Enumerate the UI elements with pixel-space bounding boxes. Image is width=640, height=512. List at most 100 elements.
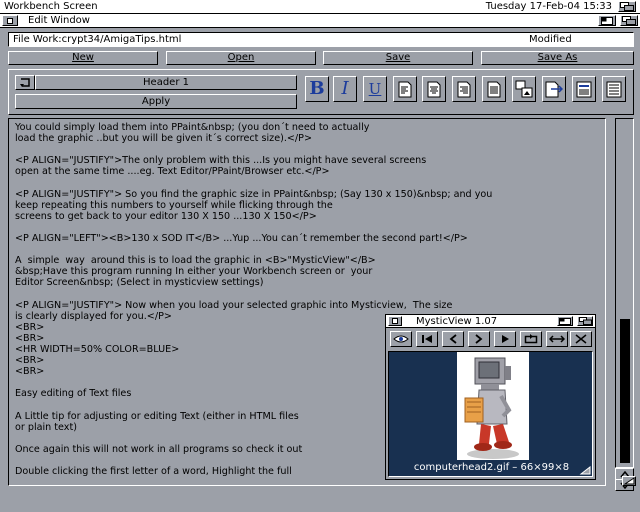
doc-justify-icon <box>487 81 501 97</box>
doc-left-icon <box>398 81 412 97</box>
underline-button[interactable]: U <box>363 76 387 102</box>
text-line: <BR> <box>15 321 45 333</box>
text-line: <P ALIGN="JUSTIFY"> So you find the grap… <box>15 188 493 200</box>
screen-title: Workbench Screen <box>4 1 98 12</box>
text-line: is clearly displayed for you.</P> <box>15 310 172 322</box>
text-line: <P ALIGN="JUSTIFY">The only problem with… <box>15 155 427 167</box>
mysticview-title-bar[interactable]: MysticView 1.07 <box>386 315 595 328</box>
vertical-scrollbar[interactable] <box>615 118 634 468</box>
table-icon <box>606 81 622 97</box>
insert-table-button[interactable] <box>602 76 626 102</box>
skip-first-icon <box>422 335 432 343</box>
align-right-button[interactable] <box>452 76 476 102</box>
text-line: Once again this will not work in all pro… <box>15 443 303 455</box>
header-level-select[interactable]: Header 1 <box>35 75 297 90</box>
align-justify-button[interactable] <box>482 76 506 102</box>
depth-icon <box>578 317 592 325</box>
cycle-gadget[interactable] <box>15 75 35 90</box>
arrow-right-icon <box>475 334 483 344</box>
next-image-button[interactable] <box>468 331 490 347</box>
resize-icon <box>623 477 635 485</box>
text-line: keep repeating this numbers to yourself … <box>15 199 333 211</box>
save-as-button[interactable]: Save As <box>481 51 634 65</box>
previous-image-button[interactable] <box>442 331 464 347</box>
text-line: <P ALIGN="LEFT"><B>130 x SOD IT</B> ...Y… <box>15 233 468 244</box>
close-gadget[interactable] <box>2 15 18 26</box>
screen-title-bar: Workbench Screen Tuesday 17-Feb-04 15:33 <box>0 0 640 14</box>
cross-icon <box>575 334 587 344</box>
text-line: Editor Screen&nbsp; (Select in mysticvie… <box>15 277 264 289</box>
arrow-left-icon <box>449 334 457 344</box>
underline-icon: U <box>368 79 382 98</box>
loop-button[interactable] <box>520 331 542 347</box>
text-line: You could simply load them into PPaint&n… <box>15 122 370 133</box>
text-line: <BR> <box>15 355 45 367</box>
link-icon <box>545 81 563 97</box>
doc-center-icon <box>427 81 441 97</box>
screen-depth-gadget[interactable] <box>618 1 636 12</box>
file-info-bar: File Work:crypt34/AmigaTips.html Modifie… <box>8 32 634 47</box>
eye-icon <box>393 335 409 343</box>
text-line: <BR> <box>15 366 45 378</box>
window-size-gadget[interactable] <box>622 476 636 486</box>
mysticview-zoom-gadget[interactable] <box>557 316 573 326</box>
text-line: screens to get back to your editor 130 X… <box>15 210 317 222</box>
zoom-icon <box>559 317 571 325</box>
mysticview-window: MysticView 1.07 computerhead2.gif – 66×9… <box>385 314 596 480</box>
bold-button[interactable]: B <box>305 76 329 102</box>
insert-image-button[interactable] <box>512 76 536 102</box>
fit-button[interactable] <box>546 331 568 347</box>
text-line: Easy editing of Text files <box>15 388 132 400</box>
mysticview-close-gadget[interactable] <box>388 316 402 326</box>
text-line: <HR WIDTH=50% COLOR=BLUE> <box>15 344 180 355</box>
mysticview-quit-button[interactable] <box>570 331 592 347</box>
close-icon <box>7 17 13 24</box>
first-image-button[interactable] <box>416 331 438 347</box>
apply-button[interactable]: Apply <box>15 94 297 109</box>
text-line: A Little tip for adjusting or editing Te… <box>15 410 299 422</box>
italic-icon: I <box>341 78 349 99</box>
zoom-gadget[interactable] <box>598 15 616 26</box>
mysticview-depth-gadget[interactable] <box>577 316 593 326</box>
resize-icon[interactable] <box>579 466 591 475</box>
text-line: load the graphic ..but you will be given… <box>15 133 312 145</box>
file-path: File Work:crypt34/AmigaTips.html <box>13 34 182 45</box>
mysticview-menu-button[interactable] <box>390 331 412 347</box>
text-line: <P ALIGN="JUSTIFY"> Now when you load yo… <box>15 299 453 311</box>
insert-link-button[interactable] <box>542 76 566 102</box>
modified-status: Modified <box>529 34 572 45</box>
scroll-knob[interactable] <box>620 319 630 463</box>
window-title-bar[interactable]: Edit Window <box>0 14 640 28</box>
open-button[interactable]: Open <box>166 51 316 65</box>
text-line: <BR> <box>15 332 45 344</box>
text-line: &bsp;Have this program running In either… <box>15 266 373 278</box>
mysticview-image-area[interactable]: computerhead2.gif – 66×99×8 <box>388 351 593 477</box>
new-button[interactable]: New <box>8 51 158 65</box>
close-icon <box>392 318 398 324</box>
computerhead-image <box>457 352 529 460</box>
text-line: open at the same time ....eg. Text Edito… <box>15 166 330 178</box>
depth-icon <box>622 16 636 25</box>
align-left-button[interactable] <box>393 76 417 102</box>
image-info-caption: computerhead2.gif – 66×99×8 <box>413 462 570 473</box>
text-line: A simple way around this is to load the … <box>15 255 376 267</box>
align-center-button[interactable] <box>422 76 446 102</box>
format-toolbar: Header 1 Apply B I U <box>8 69 634 115</box>
italic-button[interactable]: I <box>333 76 357 102</box>
mysticview-title: MysticView 1.07 <box>416 316 498 327</box>
save-button[interactable]: Save <box>323 51 473 65</box>
zoom-icon <box>601 16 613 25</box>
cycle-icon <box>20 78 30 87</box>
insert-list-button[interactable] <box>572 76 596 102</box>
text-line: Double clicking the first letter of a wo… <box>15 466 292 478</box>
window-title: Edit Window <box>28 15 90 26</box>
play-button[interactable] <box>494 331 516 347</box>
depth-gadget[interactable] <box>620 15 638 26</box>
depth-icon <box>620 2 634 11</box>
mysticview-toolbar <box>386 329 595 349</box>
play-icon <box>502 335 509 343</box>
text-line: or plain text) <box>15 421 77 433</box>
loop-icon <box>524 334 538 344</box>
image-icon <box>515 80 533 98</box>
bold-icon: B <box>309 78 325 99</box>
